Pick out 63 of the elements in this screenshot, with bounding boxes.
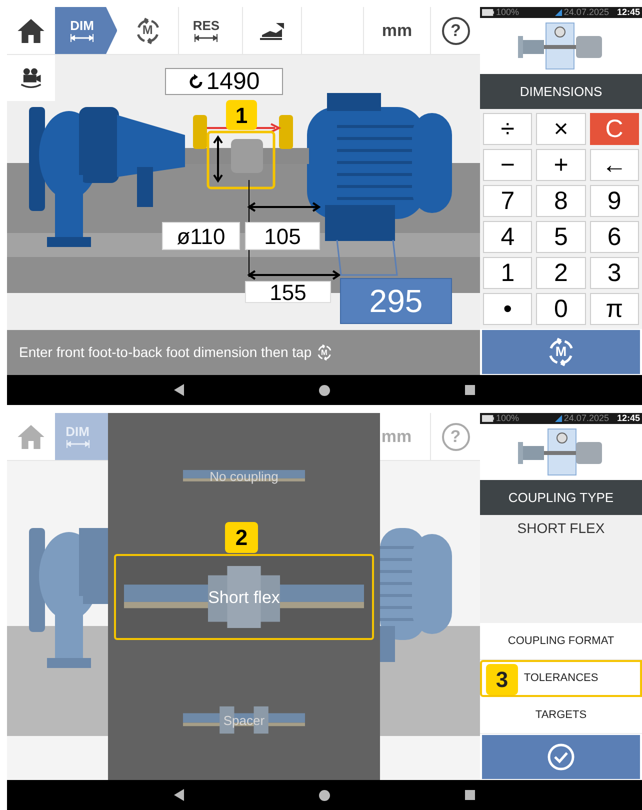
home-nav-icon[interactable] [318,790,330,800]
recents-icon[interactable] [464,385,475,395]
rotation-icon [188,74,204,90]
signal-icon [554,9,562,16]
keypad-key[interactable]: 1 [483,257,532,289]
hint-text: Enter front foot-to-back foot dimension then tap [19,343,312,362]
step-tab[interactable]: DIM [54,7,118,54]
step-callout: 3 [486,664,518,695]
dimension-field[interactable]: 155 [245,281,331,303]
battery-level: 100% [496,414,520,423]
signal-icon [554,415,562,422]
status-date: 24.07.2025 [564,8,609,17]
speed-field[interactable]: 1490 [165,68,283,95]
keypad-key[interactable]: 8 [536,185,586,217]
home-nav-icon[interactable] [318,384,330,396]
highlight-frame [206,130,276,190]
status-time: 12:45 [616,414,640,423]
keypad-key[interactable]: • [483,293,532,325]
panel-title: COUPLING TYPE [480,480,642,515]
status-date: 24.07.2025 [564,414,609,423]
keypad-key[interactable]: ÷ [483,113,532,145]
keypad-key[interactable]: × [536,113,586,145]
foot-move-icon[interactable] [258,20,286,40]
double-arrow-icon [66,440,90,448]
panel-title: DIMENSIONS [480,74,642,109]
confirm-button[interactable]: M [482,330,640,374]
keypad-key[interactable]: 4 [483,221,532,253]
confirm-button[interactable] [482,735,640,779]
dimension-field[interactable]: ø110 [162,222,240,250]
keypad-key[interactable]: 7 [483,185,532,217]
dimension-field[interactable]: 105 [245,222,320,250]
battery-icon [482,415,494,422]
battery-icon [482,9,494,16]
keypad-key[interactable]: ← [590,149,639,181]
keypad-key[interactable]: 3 [590,257,639,289]
check-icon [547,743,575,771]
dimension-arrow [213,135,223,183]
menu-item[interactable]: 3 TOLERANCES [480,660,642,697]
recents-icon[interactable] [464,790,475,800]
step-callout: 2 [225,522,258,553]
back-icon[interactable] [174,384,184,396]
dimension-field[interactable]: 295 [340,278,452,324]
keypad-key[interactable]: C [590,113,639,145]
double-arrow-icon [70,34,94,42]
status-time: 12:45 [616,8,640,17]
keypad-key[interactable]: π [590,293,639,325]
sensor-icon [279,115,293,149]
keypad-key[interactable]: 2 [536,257,586,289]
keypad-key[interactable]: 5 [536,221,586,253]
keypad-key[interactable]: 0 [536,293,586,325]
keypad-key[interactable]: − [483,149,532,181]
coupling-type-value: SHORT FLEX [517,521,605,538]
unit-button[interactable]: mm [382,18,412,44]
keypad-key[interactable]: + [536,149,586,181]
double-arrow-icon [194,34,218,42]
back-icon[interactable] [174,789,184,801]
sensor-icon [193,115,207,149]
battery-level: 100% [496,8,520,17]
step-callout: 1 [226,100,257,130]
coupling-drawing [231,139,263,173]
keypad-key[interactable]: 6 [590,221,639,253]
help-button[interactable]: ? [442,16,470,44]
keypad-key[interactable]: 9 [590,185,639,217]
